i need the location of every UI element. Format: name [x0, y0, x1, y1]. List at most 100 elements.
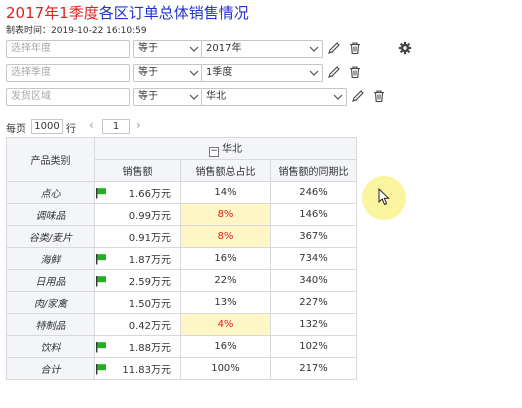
row-category: 谷类/麦片 [6, 225, 95, 248]
yoy-cell: 102% [270, 335, 357, 358]
yoy-cell: 734% [270, 247, 357, 270]
sales-cell: 1.88万元 [94, 335, 181, 358]
filter-value-select[interactable]: 1季度 [201, 64, 323, 82]
filter-operator-select[interactable]: 等于 [133, 64, 203, 82]
sales-cell: 1.66万元 [94, 181, 181, 204]
sales-value: 0.42万元 [128, 321, 171, 332]
edit-icon[interactable] [327, 41, 341, 55]
sales-cell: 0.42万元 [94, 313, 181, 336]
flag-icon [96, 342, 106, 353]
sales-value: 0.99万元 [128, 211, 171, 222]
sales-cell: 0.99万元 [94, 203, 181, 226]
delete-icon[interactable] [372, 89, 386, 103]
ratio-cell: 16% [180, 335, 271, 358]
yoy-cell: 367% [270, 225, 357, 248]
yoy-cell: 217% [270, 357, 357, 380]
filter-field-input[interactable]: 发货区域 [6, 88, 130, 106]
flag-icon [96, 364, 106, 375]
sales-value: 1.87万元 [128, 255, 171, 266]
row-category: 海鲜 [6, 247, 95, 270]
flag-icon [96, 188, 106, 199]
sales-value: 0.91万元 [128, 233, 171, 244]
sales-cell: 11.83万元 [94, 357, 181, 380]
group-header-region[interactable]: − 华北 [94, 137, 357, 160]
flag-icon [96, 254, 106, 265]
table-row: 调味品 0.99万元 8% 146% [6, 203, 357, 226]
flag-icon [96, 276, 106, 287]
row-category: 合计 [6, 357, 95, 380]
table-row: 合计 11.83万元 100% 217% [6, 357, 357, 380]
rows-label: 行 [66, 124, 76, 135]
table-body: 点心 1.66万元 14% 246% 调味品 0.99万元 8% 146% 谷类/麦片 0.91万… [6, 181, 357, 380]
filter-value-select[interactable]: 华北 [201, 88, 347, 106]
filter-value: 1季度 [206, 67, 233, 78]
collapse-icon[interactable]: − [209, 147, 219, 157]
filter-operator-select[interactable]: 等于 [133, 40, 203, 58]
sales-value: 11.83万元 [122, 365, 171, 376]
ratio-cell: 100% [180, 357, 271, 380]
filter-value-select[interactable]: 2017年 [201, 40, 323, 58]
filter-value: 华北 [206, 91, 226, 102]
yoy-cell: 227% [270, 291, 357, 314]
ratio-cell: 4% [180, 313, 271, 336]
ratio-cell: 8% [180, 225, 271, 248]
filter-value: 2017年 [206, 43, 242, 54]
operator-value: 等于 [138, 91, 158, 102]
per-page-label: 每页 [6, 124, 26, 135]
created-label: 制表时间： [6, 26, 52, 36]
table-row: 点心 1.66万元 14% 246% [6, 181, 357, 204]
ratio-cell: 22% [180, 269, 271, 292]
filter-field-input[interactable]: 选择季度 [6, 64, 130, 82]
table-header-row: 产品类别 − 华北 [6, 137, 357, 182]
chevron-down-icon [189, 46, 199, 52]
sales-cell: 1.87万元 [94, 247, 181, 270]
table-row: 肉/家禽 1.50万元 13% 227% [6, 291, 357, 314]
prev-page-button[interactable]: ‹ [89, 118, 94, 132]
report-title-text: 各区订单总体销售情况 [98, 4, 249, 22]
operator-value: 等于 [138, 43, 158, 54]
yoy-cell: 246% [270, 181, 357, 204]
row-category: 调味品 [6, 203, 95, 226]
delete-icon[interactable] [348, 65, 362, 79]
row-category: 肉/家禽 [6, 291, 95, 314]
ratio-cell: 8% [180, 203, 271, 226]
table-row: 日用品 2.59万元 22% 340% [6, 269, 357, 292]
yoy-cell: 340% [270, 269, 357, 292]
edit-icon[interactable] [351, 89, 365, 103]
created-value: 2019-10-22 16:10:59 [51, 26, 147, 36]
mouse-pointer-icon [378, 188, 390, 206]
row-category: 饮料 [6, 335, 95, 358]
yoy-cell: 132% [270, 313, 357, 336]
group-header-label: 华北 [222, 144, 242, 155]
filter-operator-select[interactable]: 等于 [133, 88, 203, 106]
row-header-category: 产品类别 [6, 137, 95, 182]
sales-value: 1.50万元 [128, 299, 171, 310]
page-size-input[interactable]: 1000 [31, 119, 63, 134]
delete-icon[interactable] [348, 41, 362, 55]
sales-value: 2.59万元 [128, 277, 171, 288]
column-header-sales: 销售额 [94, 159, 181, 182]
gear-icon[interactable] [398, 41, 412, 55]
sales-table: 产品类别 − 华北 销售额 销售额总占比 销售额的同期比 点心 1.66万元 14% 2… [6, 137, 357, 380]
report-created-time: 制表时间：2019-10-22 16:10:59 [6, 23, 147, 36]
sales-cell: 1.50万元 [94, 291, 181, 314]
sales-value: 1.88万元 [128, 343, 171, 354]
sales-cell: 0.91万元 [94, 225, 181, 248]
yoy-cell: 146% [270, 203, 357, 226]
ratio-cell: 13% [180, 291, 271, 314]
current-page-input[interactable]: 1 [102, 119, 130, 134]
next-page-button[interactable]: › [136, 118, 141, 132]
edit-icon[interactable] [327, 65, 341, 79]
chevron-down-icon [309, 70, 319, 76]
table-row: 饮料 1.88万元 16% 102% [6, 335, 357, 358]
table-row: 谷类/麦片 0.91万元 8% 367% [6, 225, 357, 248]
sales-value: 1.66万元 [128, 189, 171, 200]
column-header-yoy: 销售额的同期比 [270, 159, 357, 182]
chevron-down-icon [189, 70, 199, 76]
sales-cell: 2.59万元 [94, 269, 181, 292]
column-header-ratio: 销售额总占比 [180, 159, 271, 182]
report-title: 2017年1季度各区订单总体销售情况 [6, 4, 249, 22]
report-title-period: 2017年1季度 [6, 4, 99, 22]
filter-field-input[interactable]: 选择年度 [6, 40, 130, 58]
row-category: 日用品 [6, 269, 95, 292]
